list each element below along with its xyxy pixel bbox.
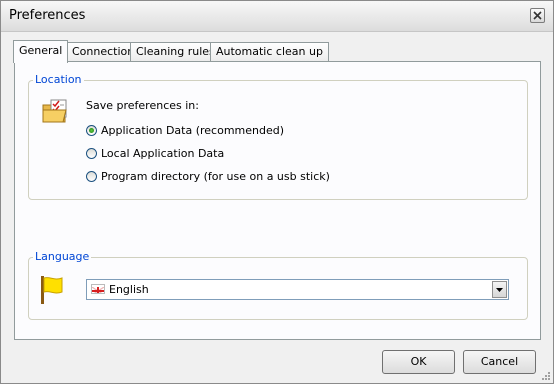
tab-automatic-clean-up[interactable]: Automatic clean up	[210, 42, 329, 61]
folder-checklist-icon	[42, 99, 67, 123]
radio-button[interactable]	[86, 170, 97, 182]
cancel-button[interactable]: Cancel	[463, 350, 536, 374]
radio-button-checked[interactable]	[86, 124, 97, 136]
radio-button[interactable]	[86, 147, 97, 159]
radio-program-directory[interactable]: Program directory (for use on a usb stic…	[86, 168, 330, 184]
general-tab-panel: Location Save preferences in: Applicatio…	[14, 61, 541, 340]
dropdown-button[interactable]	[492, 281, 507, 298]
close-icon	[533, 11, 542, 20]
chevron-down-icon	[496, 287, 503, 292]
resize-grip-icon[interactable]	[540, 370, 551, 381]
dialog-client: General Connection Cleaning rules Automa…	[1, 32, 553, 383]
radio-application-data[interactable]: Application Data (recommended)	[86, 122, 284, 138]
preferences-window: Preferences General Connection Cleaning …	[0, 0, 554, 384]
window-title: Preferences	[9, 8, 86, 23]
radio-local-application-data[interactable]: Local Application Data	[86, 145, 224, 161]
language-legend: Language	[33, 250, 92, 263]
location-group: Location Save preferences in: Applicatio…	[28, 73, 528, 200]
tab-general[interactable]: General	[13, 40, 69, 63]
radio-label: Local Application Data	[101, 146, 225, 160]
ok-button[interactable]: OK	[382, 350, 455, 374]
save-location-prompt: Save preferences in:	[86, 99, 199, 112]
location-legend: Location	[33, 73, 84, 86]
title-bar[interactable]: Preferences	[1, 1, 553, 32]
language-select[interactable]: English	[86, 279, 509, 300]
radio-label: Application Data (recommended)	[101, 123, 285, 137]
language-group: Language English	[28, 250, 528, 320]
radio-label: Program directory (for use on a usb stic…	[101, 169, 330, 183]
language-selected-value: English	[109, 283, 149, 296]
tab-cleaning-rules[interactable]: Cleaning rules	[130, 42, 221, 61]
close-button[interactable]	[530, 8, 545, 23]
yellow-flag-icon	[41, 276, 63, 304]
uk-flag-icon	[91, 284, 105, 294]
